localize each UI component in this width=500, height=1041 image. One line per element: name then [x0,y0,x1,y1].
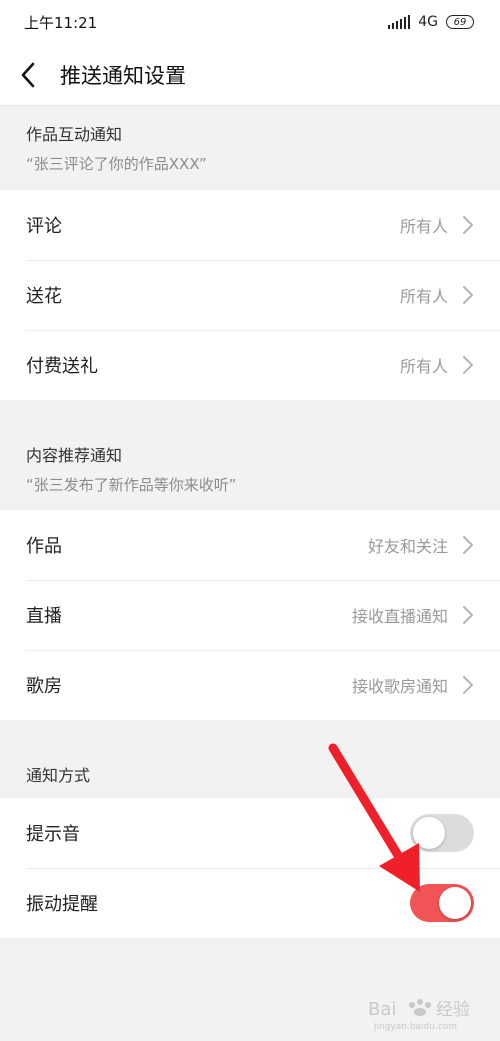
svg-text:Bai: Bai [368,999,396,1020]
svg-text:jingyan.baidu.com: jingyan.baidu.com [373,1022,457,1032]
baidu-jingyan-watermark-logo: Bai 经验 jingyan.baidu.com [368,999,470,1032]
svg-text:经验: 经验 [436,1000,470,1020]
annotation-arrow [328,743,420,892]
